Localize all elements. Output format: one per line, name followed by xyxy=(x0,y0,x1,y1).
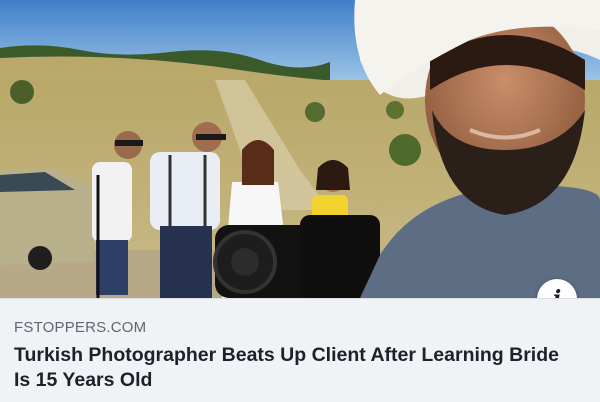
link-preview-card[interactable]: i FSTOPPERS.COM Turkish Photographer Bea… xyxy=(0,0,600,402)
source-domain: FSTOPPERS.COM xyxy=(14,319,147,336)
preview-photo[interactable]: i xyxy=(0,0,600,298)
info-icon: i xyxy=(553,286,561,298)
link-text-area[interactable]: FSTOPPERS.COM Turkish Photographer Beats… xyxy=(0,298,600,402)
article-headline[interactable]: Turkish Photographer Beats Up Client Aft… xyxy=(14,343,574,393)
